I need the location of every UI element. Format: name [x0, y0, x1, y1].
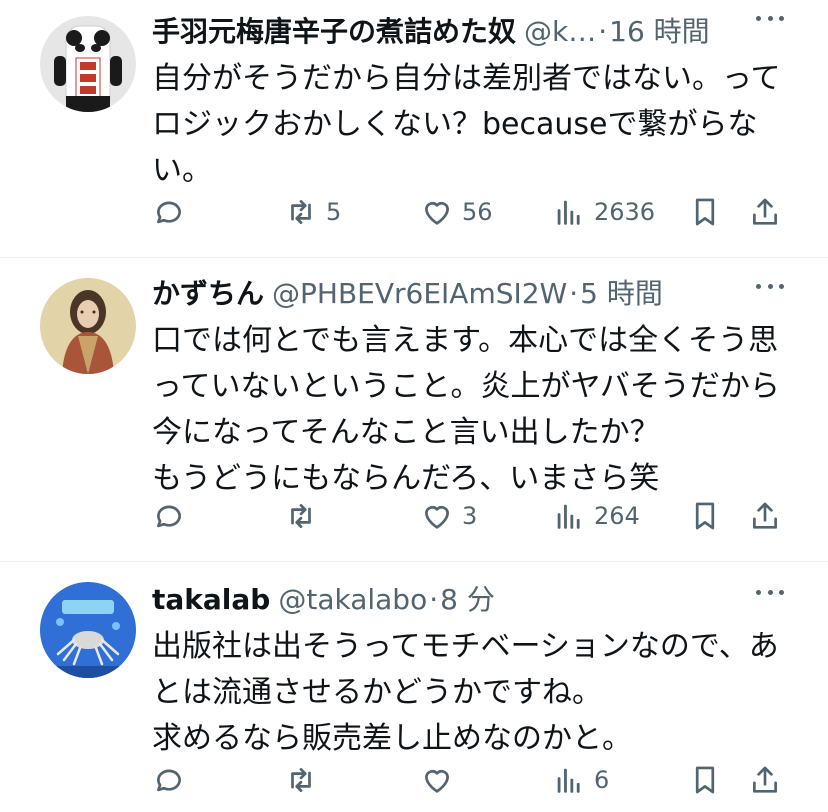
tweet-text: 自分がそうだから自分は差別者ではない。って ロジックおかしくない？because… — [152, 61, 781, 188]
reply-button[interactable] — [152, 192, 194, 232]
bookmark-button[interactable] — [688, 192, 722, 232]
user-handle[interactable]: @PHBEVr6EIAmSI2W — [272, 276, 567, 312]
bookmark-button[interactable] — [688, 496, 722, 536]
portrait-painting-avatar — [40, 278, 136, 374]
like-count: 3 — [462, 502, 478, 530]
retweet-button[interactable]: 5 — [284, 192, 341, 232]
action-bar: 6 — [152, 760, 792, 800]
timestamp[interactable]: 8 分 — [440, 582, 495, 618]
heart-icon — [425, 770, 449, 793]
share-button[interactable] — [748, 192, 782, 232]
reply-button[interactable] — [152, 496, 194, 536]
share-button[interactable] — [748, 760, 782, 800]
more-options-icon[interactable] — [756, 274, 784, 298]
display-name[interactable]: かずちん — [152, 276, 264, 312]
reply-button[interactable] — [152, 760, 194, 800]
like-count: 56 — [462, 198, 493, 226]
timestamp[interactable]: 5 時間 — [580, 276, 663, 312]
views-chart-icon — [557, 504, 580, 529]
reply-icon — [157, 201, 181, 224]
views-button[interactable]: 264 — [552, 496, 640, 536]
separator-dot: · — [598, 15, 608, 48]
panda-tofu-avatar — [40, 16, 136, 112]
tweet-1[interactable]: 手羽元梅唐辛子の煮詰めた奴 @k… · 16 時間 自分がそうだから自分は差別者… — [0, 0, 828, 258]
bookmark-icon — [695, 766, 715, 794]
reply-icon — [157, 769, 181, 792]
display-name[interactable]: 手羽元梅唐辛子の煮詰めた奴 — [152, 14, 516, 50]
views-chart-icon — [557, 768, 580, 793]
separator-dot: · — [429, 583, 439, 616]
tweet-3[interactable]: takalab @takalabo · 8 分 出版社は出そうってモチベーション… — [0, 562, 828, 812]
avatar[interactable] — [40, 278, 136, 374]
display-name[interactable]: takalab — [152, 582, 270, 618]
more-options-icon[interactable] — [756, 580, 784, 604]
action-bar: 3 264 — [152, 496, 792, 536]
views-button[interactable]: 6 — [552, 760, 609, 800]
retweet-button[interactable] — [284, 760, 326, 800]
views-chart-icon — [557, 200, 580, 225]
bookmark-icon — [695, 198, 715, 226]
avatar[interactable] — [40, 16, 136, 112]
views-button[interactable]: 2636 — [552, 192, 655, 232]
action-bar: 5 56 2636 — [152, 192, 792, 232]
retweet-button[interactable] — [284, 496, 326, 536]
like-button[interactable]: 56 — [420, 192, 493, 232]
tweet-text: 出版社は出そうってモチベーションなので、あ とは流通させるかどうかですね。 求め… — [152, 629, 779, 756]
user-handle[interactable]: @takalabo — [278, 582, 427, 618]
retweet-icon — [291, 200, 311, 224]
heart-icon — [425, 506, 449, 529]
more-options-icon[interactable] — [756, 6, 784, 30]
tweet-text: 口では何とでも言えます。本心では全くそう思 っていないということ。炎上がヤバそう… — [152, 323, 780, 496]
share-icon — [753, 502, 777, 529]
user-handle[interactable]: @k… — [524, 14, 596, 50]
retweet-icon — [291, 768, 311, 792]
like-button[interactable]: 3 — [420, 496, 477, 536]
bookmark-icon — [695, 502, 715, 530]
heart-icon — [425, 202, 449, 225]
avatar[interactable] — [40, 582, 136, 678]
share-icon — [753, 198, 777, 225]
view-count: 264 — [594, 502, 640, 530]
timestamp[interactable]: 16 時間 — [609, 14, 710, 50]
retweet-count: 5 — [326, 198, 342, 226]
retweet-icon — [291, 504, 311, 528]
separator-dot: · — [569, 277, 579, 310]
like-button[interactable] — [420, 760, 462, 800]
share-button[interactable] — [748, 496, 782, 536]
share-icon — [753, 766, 777, 793]
tweet-2[interactable]: かずちん @PHBEVr6EIAmSI2W · 5 時間 口では何とでも言えます… — [0, 258, 828, 562]
robot-crab-avatar — [40, 582, 136, 678]
view-count: 6 — [594, 766, 610, 794]
reply-icon — [157, 505, 181, 528]
bookmark-button[interactable] — [688, 760, 722, 800]
view-count: 2636 — [594, 198, 656, 226]
